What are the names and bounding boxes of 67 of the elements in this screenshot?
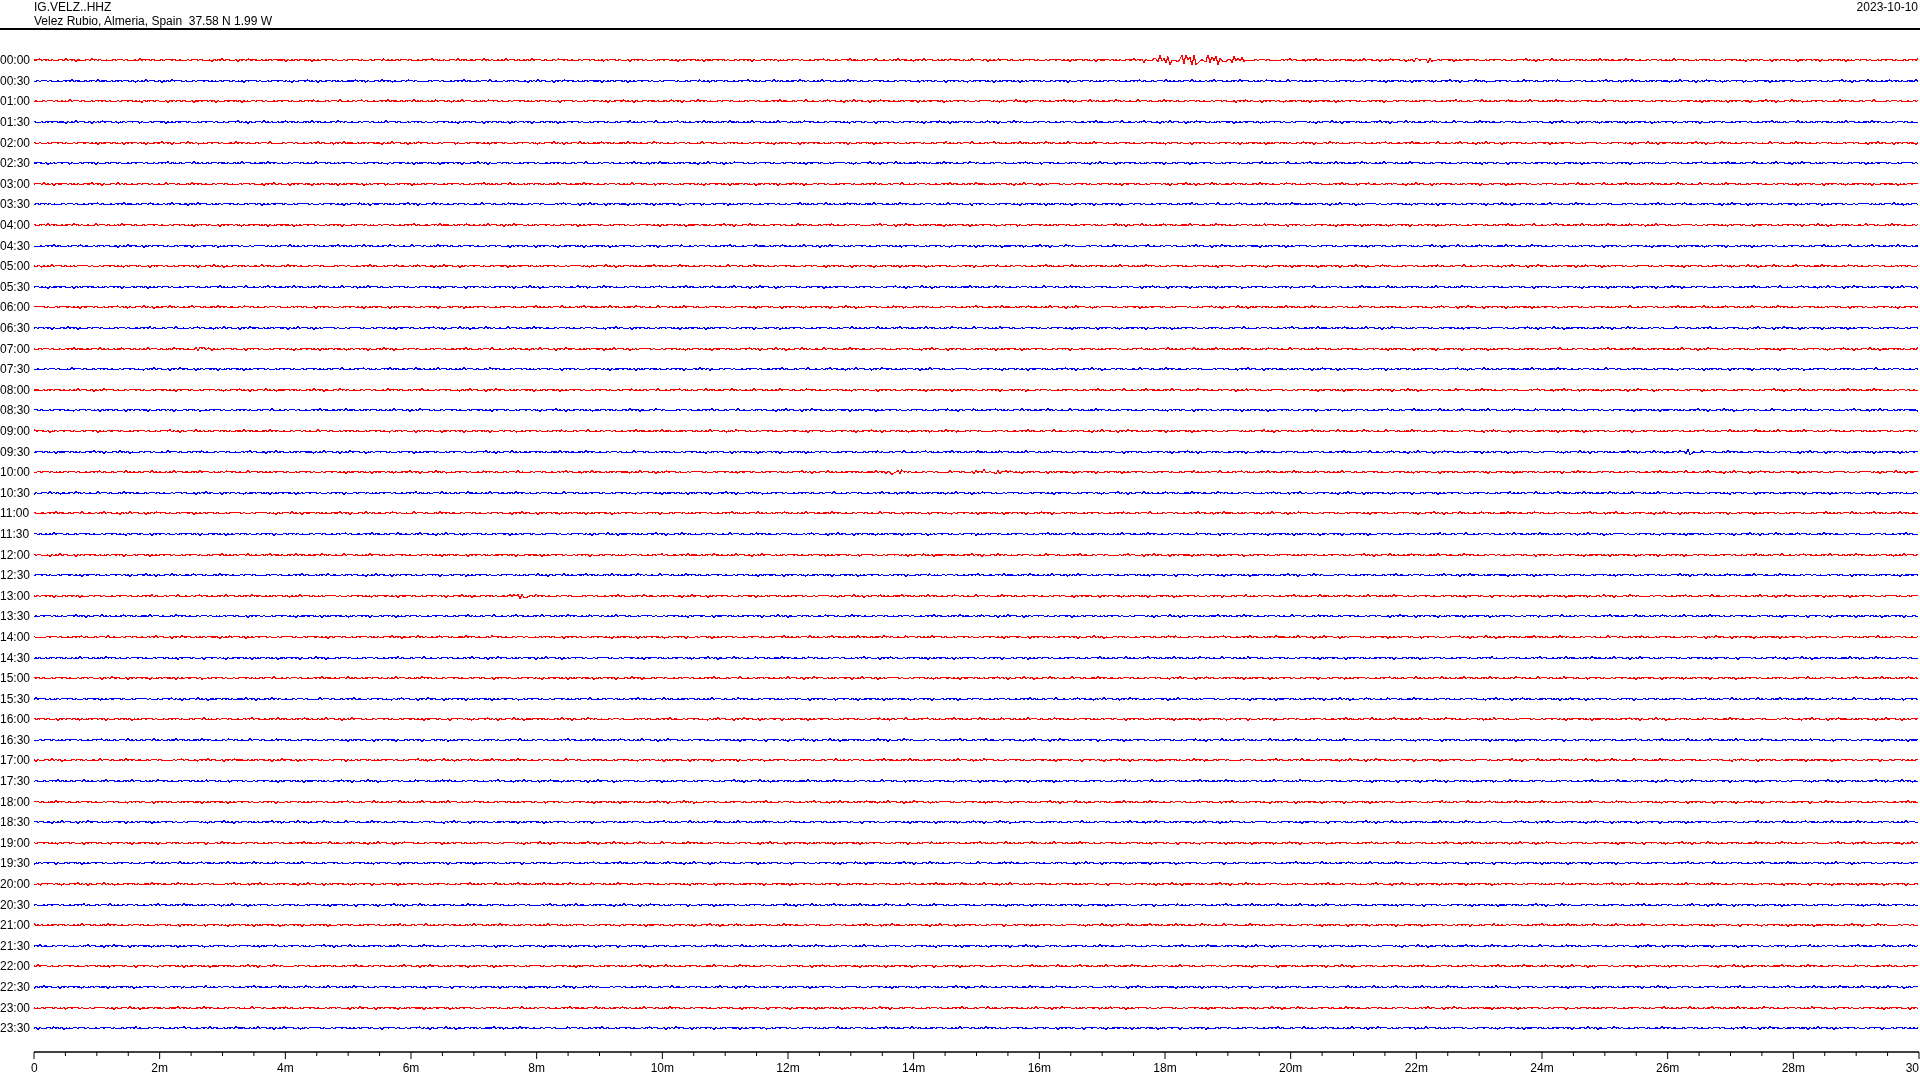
time-label: 21:00 — [0, 918, 32, 933]
axis-label: 22m — [1404, 1061, 1428, 1075]
time-label: 08:30 — [0, 403, 32, 418]
time-label: 01:30 — [0, 115, 32, 130]
axis-label: 2m — [151, 1061, 168, 1075]
axis-label: 0 — [31, 1061, 38, 1075]
time-label: 12:00 — [0, 547, 32, 562]
time-label: 18:30 — [0, 815, 32, 830]
axis-label: 6m — [402, 1061, 420, 1075]
time-label: 06:30 — [0, 321, 32, 335]
time-label: 03:00 — [0, 176, 32, 191]
axis-label: 10m — [650, 1061, 674, 1075]
time-label: 00:30 — [0, 73, 32, 88]
plot-date: 2023-10-10 — [1856, 0, 1918, 14]
time-label: 13:30 — [0, 609, 32, 624]
time-label: 04:00 — [0, 218, 32, 233]
axis-label: 30 — [1905, 1061, 1919, 1075]
time-label: 04:30 — [0, 238, 32, 253]
axis-label: 18m — [1153, 1061, 1177, 1075]
time-label: 22:00 — [0, 959, 32, 974]
time-label: 10:00 — [0, 465, 32, 480]
time-label: 14:30 — [0, 650, 32, 665]
station-location: Velez Rubio, Almeria, Spain 37.58 N 1.99 W — [34, 14, 273, 28]
time-label: 16:00 — [0, 712, 32, 727]
time-label: 16:30 — [0, 732, 32, 747]
time-label: 23:00 — [0, 1000, 32, 1015]
time-label: 06:00 — [0, 300, 32, 315]
axis-label: 26m — [1656, 1061, 1680, 1075]
axis-label: 24m — [1530, 1061, 1554, 1075]
time-label: 09:00 — [0, 424, 32, 438]
axis-label: 12m — [776, 1061, 800, 1075]
time-label: 03:30 — [0, 197, 32, 212]
time-label: 15:00 — [0, 671, 32, 686]
time-label: 20:30 — [0, 897, 32, 912]
axis-label: 8m — [528, 1061, 545, 1075]
time-label: 07:30 — [0, 362, 32, 377]
time-label: 07:00 — [0, 341, 32, 356]
axis-label: 28m — [1781, 1061, 1805, 1075]
time-label: 09:30 — [0, 444, 32, 459]
time-label: 02:30 — [0, 156, 32, 171]
time-label: 02:00 — [0, 135, 32, 150]
time-label: 19:30 — [0, 856, 32, 871]
time-label: 10:30 — [0, 485, 32, 500]
axis-label: 14m — [902, 1061, 926, 1075]
time-label: 13:00 — [0, 588, 32, 603]
time-label: 15:30 — [0, 691, 32, 706]
time-label: 01:00 — [0, 94, 32, 109]
time-label: 11:30 — [0, 526, 31, 541]
time-label: 14:00 — [0, 629, 32, 644]
time-label: 20:00 — [0, 877, 32, 892]
time-label: 23:30 — [0, 1021, 32, 1036]
time-label: 05:00 — [0, 259, 32, 274]
time-label: 22:30 — [0, 980, 32, 994]
time-label: 17:00 — [0, 753, 32, 768]
time-label: 17:30 — [0, 774, 32, 789]
time-label: 12:30 — [0, 568, 32, 583]
time-label: 08:00 — [0, 382, 32, 397]
time-label: 18:00 — [0, 794, 32, 809]
station-code: IG.VELZ..HHZ — [34, 0, 113, 14]
time-label: 00:00 — [0, 53, 32, 68]
axis-label: 4m — [277, 1061, 294, 1075]
axis-label: 16m — [1027, 1061, 1051, 1075]
time-label: 21:30 — [0, 938, 32, 953]
axis-label: 20m — [1279, 1061, 1303, 1075]
time-label: 11:00 — [0, 506, 31, 521]
time-label: 19:00 — [0, 835, 32, 850]
time-label: 05:30 — [0, 279, 32, 294]
